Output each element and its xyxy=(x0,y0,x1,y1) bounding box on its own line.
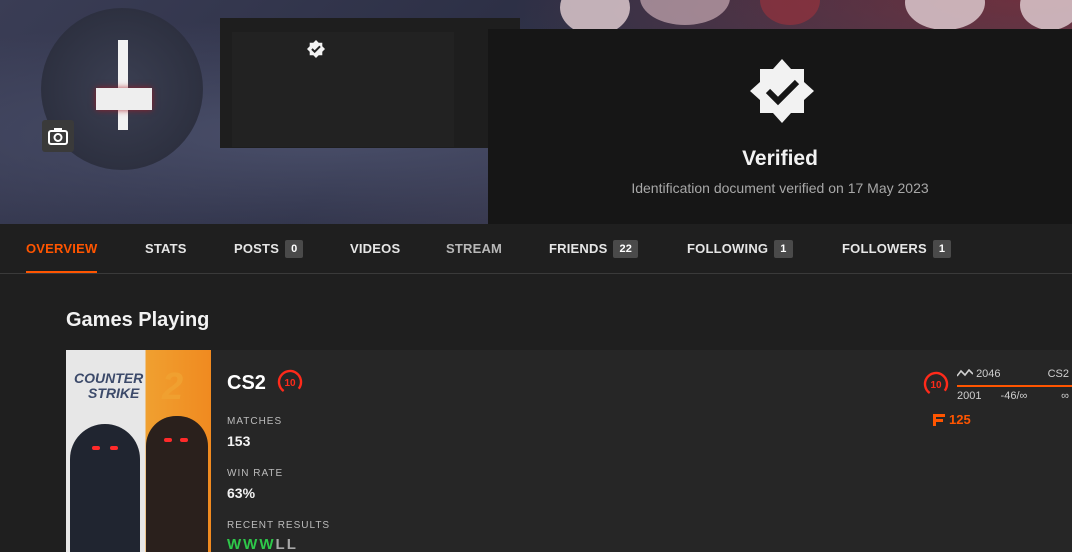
elo-range-low: 2001 xyxy=(957,390,982,402)
profile-tabs: OVERVIEW STATS POSTS 0 VIDEOS STREAM FRI… xyxy=(0,224,1072,274)
tab-friends[interactable]: FRIENDS 22 xyxy=(549,224,639,273)
cover-logo-line1: COUNTER xyxy=(74,370,144,386)
tab-posts[interactable]: POSTS 0 xyxy=(234,224,304,273)
result-win: W xyxy=(227,536,244,552)
verified-shield-icon xyxy=(750,59,814,123)
winrate-label: WIN RATE xyxy=(227,468,284,479)
elo-current-row: 2046 CS2 xyxy=(956,368,1069,380)
tab-stats[interactable]: STATS xyxy=(145,224,187,273)
tab-label: POSTS xyxy=(234,241,280,256)
faceit-icon xyxy=(933,413,945,426)
count-badge: 1 xyxy=(932,239,952,258)
svg-text:10: 10 xyxy=(930,380,942,391)
elo-range-high: ∞ xyxy=(1061,390,1069,402)
elo-current: 2046 xyxy=(976,368,1001,380)
tab-label: OVERVIEW xyxy=(26,241,98,256)
elo-range-row: 2001 -46/∞ ∞ xyxy=(957,390,1069,402)
verified-title: Verified xyxy=(742,147,818,170)
goggle-icon xyxy=(110,446,118,450)
matches-label: MATCHES xyxy=(227,416,283,427)
skill-level-icon: 10 xyxy=(923,371,949,397)
elo-progress-bar xyxy=(957,385,1072,387)
count-badge: 1 xyxy=(774,239,793,258)
games-section-title: Games Playing xyxy=(66,309,210,331)
recent-results: WWWLL xyxy=(227,536,298,552)
profile-name-redacted xyxy=(232,32,454,147)
faceit-points-value: 125 xyxy=(949,412,971,427)
svg-text:10: 10 xyxy=(284,378,296,389)
goggle-icon xyxy=(92,446,100,450)
tab-followers[interactable]: FOLLOWERS 1 xyxy=(842,224,952,273)
faceit-points: 125 xyxy=(933,412,971,427)
avatar-cross-bar xyxy=(96,88,152,110)
tab-overview[interactable]: OVERVIEW xyxy=(26,224,98,273)
cover-soldier-t xyxy=(146,416,208,552)
tab-label: STATS xyxy=(145,241,187,256)
tab-label: VIDEOS xyxy=(350,241,401,256)
count-badge: 0 xyxy=(285,239,304,258)
goggle-icon xyxy=(180,438,188,442)
verified-badge-icon xyxy=(307,40,325,58)
verified-panel: Verified Identification document verifie… xyxy=(488,29,1072,225)
elo-widget[interactable]: 10 2046 CS2 2001 -46/∞ ∞ 125 xyxy=(921,366,1072,427)
game-card[interactable]: COUNTER STRIKE 2 CS2 10 MATCHES 153 WIN … xyxy=(66,350,1072,552)
matches-value: 153 xyxy=(227,433,251,449)
cover-logo-line2: STRIKE xyxy=(88,385,140,401)
tab-label: STREAM xyxy=(446,241,503,256)
camera-icon[interactable] xyxy=(42,120,74,152)
count-badge: 22 xyxy=(613,239,639,258)
goggle-icon xyxy=(164,438,172,442)
winrate-value: 63% xyxy=(227,485,256,501)
tab-following[interactable]: FOLLOWING 1 xyxy=(687,224,793,273)
trend-icon xyxy=(956,368,976,380)
tab-videos[interactable]: VIDEOS xyxy=(350,224,400,273)
verified-subtitle: Identification document verified on 17 M… xyxy=(631,180,929,196)
cover-soldier-ct xyxy=(70,424,140,552)
result-win: W xyxy=(243,536,260,552)
avatar-cross xyxy=(118,40,128,130)
cover-logo-number: 2 xyxy=(162,366,184,408)
game-name[interactable]: CS2 xyxy=(227,372,266,395)
recent-results-label: RECENT RESULTS xyxy=(227,520,331,531)
tab-stream[interactable]: STREAM xyxy=(446,224,502,273)
tab-label: FOLLOWERS xyxy=(842,241,927,256)
tab-label: FOLLOWING xyxy=(687,241,769,256)
result-loss: L xyxy=(275,536,287,552)
result-win: W xyxy=(259,536,276,552)
result-loss: L xyxy=(286,536,298,552)
game-cover[interactable]: COUNTER STRIKE 2 xyxy=(66,350,211,552)
elo-game: CS2 xyxy=(1047,368,1069,380)
tab-label: FRIENDS xyxy=(549,241,608,256)
skill-level-icon: 10 xyxy=(277,369,303,395)
elo-range-diff: -46/∞ xyxy=(1000,390,1028,402)
